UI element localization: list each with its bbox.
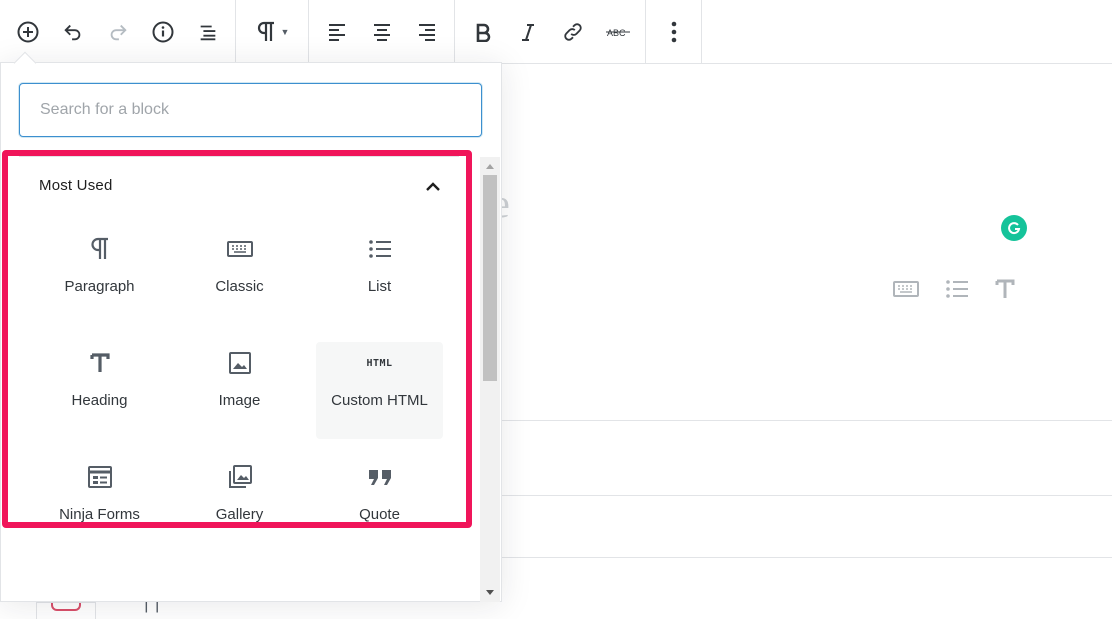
align-left-icon [328,23,345,41]
plus-circle-icon [17,21,38,42]
block-item-list[interactable]: List [316,228,443,325]
align-center-button[interactable] [359,3,404,61]
strikethrough-button[interactable]: ABC [595,3,640,61]
heading-icon[interactable] [995,278,1015,300]
change-block-type-button[interactable]: ▼ [241,3,303,61]
block-label: List [367,278,392,295]
scrollbar[interactable] [480,157,500,602]
grammarly-icon[interactable] [1001,215,1027,241]
italic-icon [521,23,534,41]
list-icon [368,232,392,266]
editor-divider [502,495,1112,496]
block-label: Image [218,392,261,409]
heading-icon [89,346,110,380]
toolbar-align-group [309,0,455,63]
bold-button[interactable] [460,3,505,61]
redo-icon [110,24,127,40]
undo-button[interactable] [50,3,95,61]
paragraph-icon [90,232,110,266]
block-item-quote[interactable]: Quote [316,456,443,553]
align-right-icon [418,23,435,41]
outline-icon [200,25,215,40]
toolbar-blocktype-group: ▼ [236,0,309,63]
toolbar-history-group [0,0,236,63]
block-item-classic[interactable]: Classic [176,228,303,325]
strikethrough-icon-text: ABC [607,28,626,38]
editor-bottom-tab[interactable] [36,602,96,619]
align-center-icon [373,23,390,41]
quote-icon [367,460,393,494]
block-item-image[interactable]: Image [176,342,303,439]
gallery-icon [227,460,253,494]
block-item-custom-html[interactable]: HTML Custom HTML [316,342,443,439]
scrollbar-thumb[interactable] [483,175,497,381]
html-icon: HTML [366,346,392,380]
block-label: Custom HTML [331,392,428,409]
vertical-ellipsis-icon [671,21,676,42]
editor-divider [502,557,1112,558]
block-label: Paragraph [64,278,135,295]
link-button[interactable] [550,3,595,61]
italic-button[interactable] [505,3,550,61]
link-icon [563,22,582,41]
toolbar-format-group: ABC [455,0,646,63]
block-item-paragraph[interactable]: Paragraph [36,228,163,325]
block-label: Quote [359,506,400,523]
block-item-ninja-forms[interactable]: Ninja Forms [36,456,163,553]
info-icon [152,21,173,42]
strikethrough-icon: ABC [605,28,630,38]
image-icon [228,346,252,380]
bold-icon [476,23,490,42]
list-icon[interactable] [945,278,969,300]
add-block-button[interactable] [5,3,50,61]
block-navigation-button[interactable] [185,3,230,61]
scroll-up-arrow-icon[interactable] [480,157,500,175]
editor-divider [502,420,1112,421]
keyboard-icon [226,232,253,266]
quick-insert-icons [893,278,1015,300]
content-info-button[interactable] [140,3,185,61]
keyboard-icon[interactable] [893,279,919,299]
chevron-down-icon: ▼ [280,26,290,37]
block-label: Gallery [215,506,264,523]
redo-button[interactable] [95,3,140,61]
scroll-down-arrow-icon[interactable] [480,584,500,602]
block-label: Ninja Forms [59,506,140,523]
html-icon-text: HTML [366,357,393,369]
align-left-button[interactable] [314,3,359,61]
form-icon [87,460,112,494]
block-search-input[interactable] [19,83,482,137]
block-grid: Paragraph Classic List Heading Image HTM… [30,228,450,570]
more-options-button[interactable] [651,3,696,61]
block-label: Heading [71,392,128,409]
block-item-heading[interactable]: Heading [36,342,163,439]
toolbar-more-group [646,0,702,63]
block-label: Classic [215,278,264,295]
paragraph-icon [257,21,274,41]
search-wrapper [19,83,482,137]
editor-toolbar: ▼ ABC [0,0,1112,64]
undo-icon [63,24,80,40]
align-right-button[interactable] [404,3,449,61]
block-item-gallery[interactable]: Gallery [176,456,303,553]
